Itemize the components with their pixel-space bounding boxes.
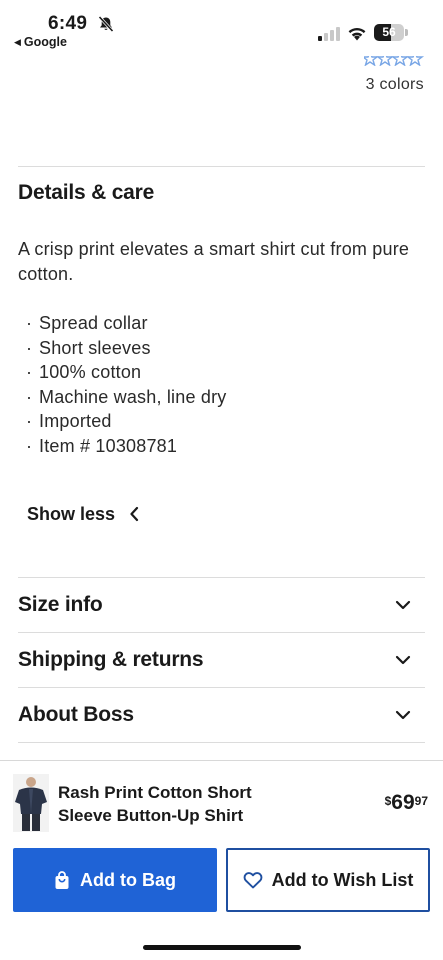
product-description: A crisp print elevates a smart shirt cut…: [18, 239, 410, 284]
bell-muted-icon: [98, 15, 114, 33]
list-item: · Item # 10308781: [26, 435, 178, 456]
status-bar: 6:49 ◀ Google 56: [0, 0, 443, 58]
show-less-button[interactable]: Show less: [27, 503, 139, 525]
list-item: · Machine wash, line dry: [26, 386, 227, 407]
accordion-size-info[interactable]: Size info: [18, 578, 425, 632]
chevron-down-icon: [395, 600, 411, 610]
chevron-down-icon: [395, 655, 411, 665]
shopping-bag-icon: [55, 870, 69, 889]
color-count: 3 colors: [365, 76, 424, 93]
price-dollars: 69: [391, 791, 415, 814]
divider: [18, 742, 425, 743]
price-currency: $: [384, 794, 392, 808]
cellular-signal-icon: [318, 27, 340, 41]
battery-percent: 56: [382, 25, 396, 39]
add-to-bag-label: Add to Bag: [80, 869, 176, 890]
wifi-icon: [348, 27, 366, 41]
product-thumbnail[interactable]: [13, 774, 49, 832]
chevron-left-icon: [130, 506, 139, 522]
back-to-app-link[interactable]: ◀ Google: [14, 35, 67, 49]
list-item: · Imported: [26, 411, 112, 432]
list-item: · 100% cotton: [26, 362, 142, 383]
price-cents: 97: [414, 794, 428, 808]
product-name: Rash Print Cotton Short Sleeve Button-Up…: [58, 783, 252, 825]
accordion-title: About Boss: [18, 703, 134, 726]
sticky-add-to-bag-bar: Rash Print Cotton Short Sleeve Button-Up…: [0, 760, 443, 960]
heart-icon: [243, 872, 262, 889]
product-price: $ 69 97: [385, 791, 428, 815]
list-item: · Short sleeves: [26, 337, 151, 358]
show-less-label: Show less: [27, 503, 116, 524]
battery-indicator: 56: [374, 24, 408, 41]
add-to-wishlist-label: Add to Wish List: [271, 869, 414, 890]
details-list: · Spread collar · Short sleeves · 100% cott…: [26, 311, 227, 459]
list-item: · Spread collar: [26, 313, 148, 333]
add-to-bag-button[interactable]: Add to Bag: [13, 848, 217, 912]
status-time: 6:49: [48, 13, 88, 34]
divider: [18, 166, 425, 167]
rating-stars-icon: [364, 56, 425, 66]
accordion-shipping-returns[interactable]: Shipping & returns: [18, 633, 425, 687]
accordion-title: Size info: [18, 593, 103, 616]
accordion-title: Shipping & returns: [18, 648, 204, 671]
home-indicator: [143, 945, 301, 950]
details-care-heading: Details & care: [18, 181, 155, 204]
add-to-wishlist-button[interactable]: Add to Wish List: [226, 848, 430, 912]
back-app-label: Google: [23, 35, 67, 49]
back-triangle-icon: ◀: [14, 37, 21, 47]
accordion-about-boss[interactable]: About Boss: [18, 688, 425, 742]
chevron-down-icon: [395, 710, 411, 720]
